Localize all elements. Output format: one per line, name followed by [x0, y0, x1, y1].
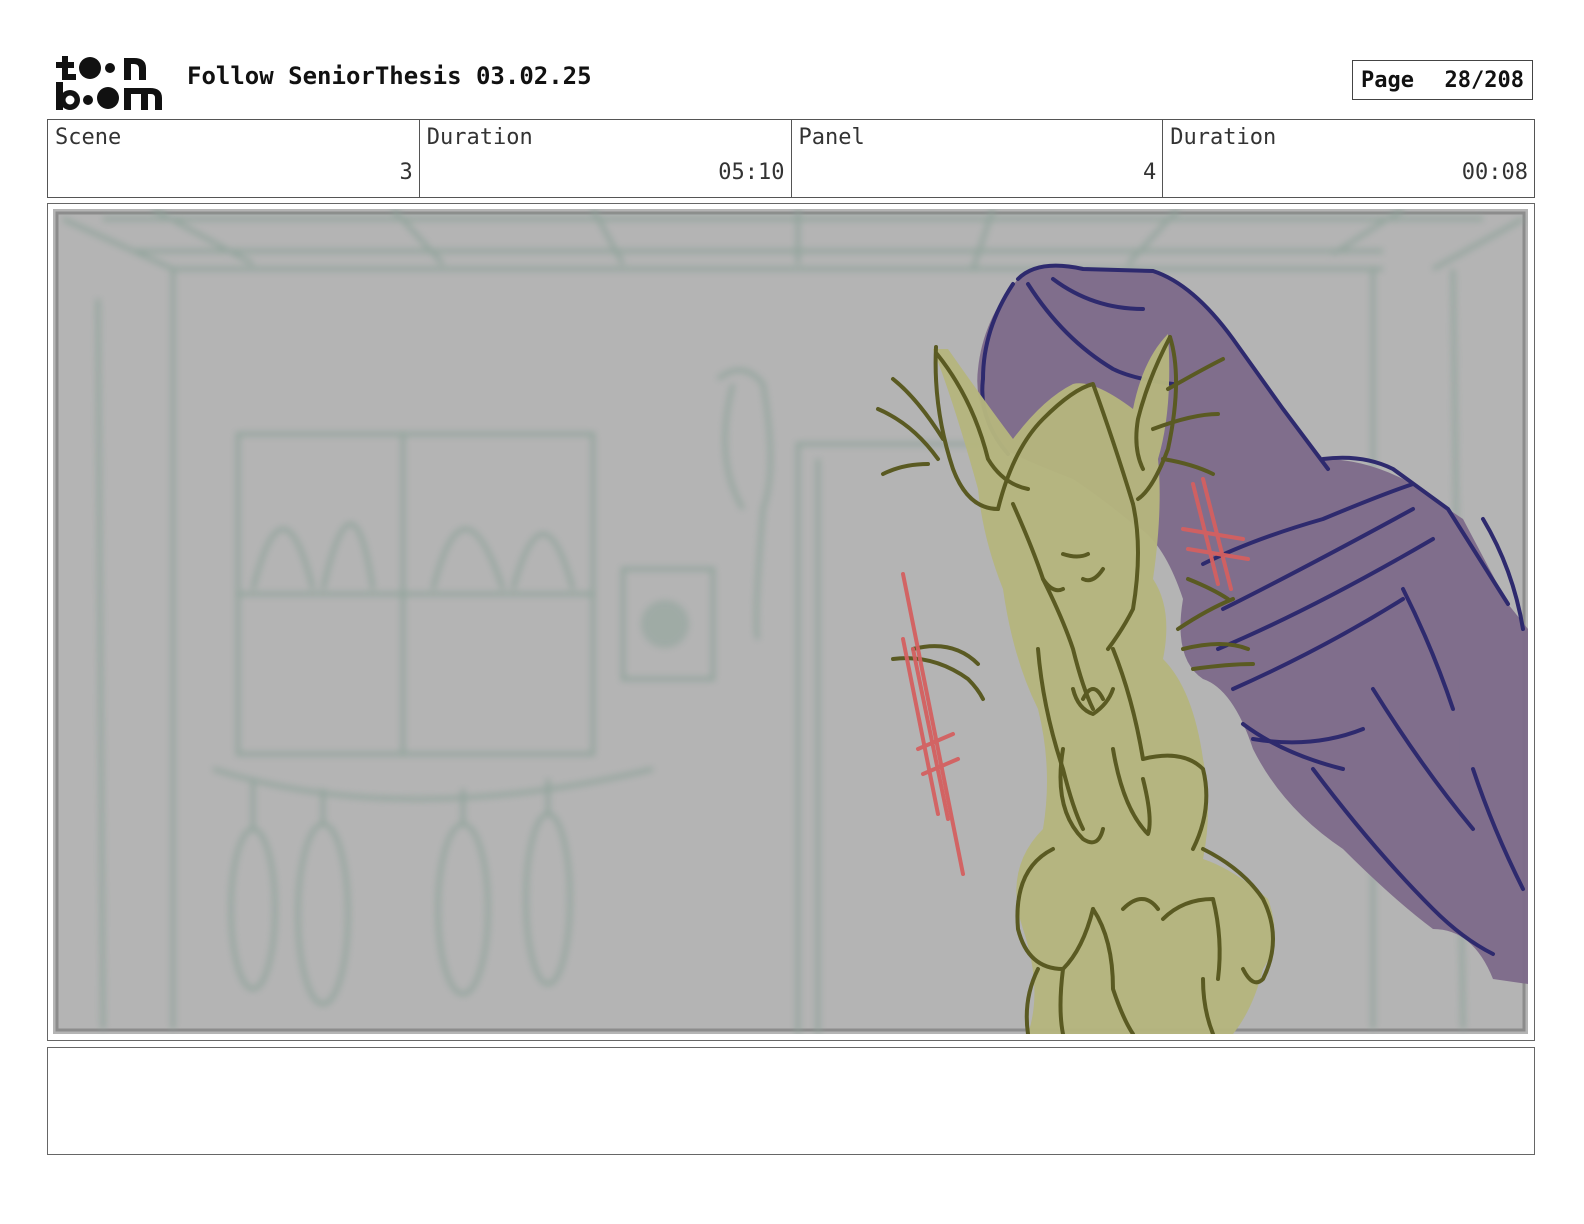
panel-label: Panel	[798, 125, 865, 150]
page-label: Page	[1361, 67, 1414, 93]
scene-duration-value: 05:10	[718, 160, 785, 185]
scene-cell: Scene 3	[48, 120, 420, 197]
toon-boom-logo	[56, 56, 162, 110]
page-counter: Page 28/208	[1352, 60, 1533, 100]
scene-info-table: Scene 3 Duration 05:10 Panel 4 Duration …	[47, 119, 1535, 198]
document-title: Follow SeniorThesis 03.02.25	[187, 62, 592, 90]
scene-value: 3	[399, 160, 413, 185]
panel-duration-value: 00:08	[1461, 160, 1528, 185]
panel-cell: Panel 4	[792, 120, 1164, 197]
panel-duration-cell: Duration 00:08	[1163, 120, 1534, 197]
page-value: 28/208	[1444, 67, 1524, 93]
storyboard-panel	[47, 203, 1535, 1041]
scene-duration-cell: Duration 05:10	[420, 120, 792, 197]
panel-drawing	[53, 209, 1528, 1034]
scene-duration-label: Duration	[426, 125, 533, 150]
panel-duration-label: Duration	[1170, 125, 1277, 150]
panel-value: 4	[1143, 160, 1157, 185]
panel-notes-box	[47, 1047, 1535, 1155]
scene-label: Scene	[55, 125, 122, 150]
